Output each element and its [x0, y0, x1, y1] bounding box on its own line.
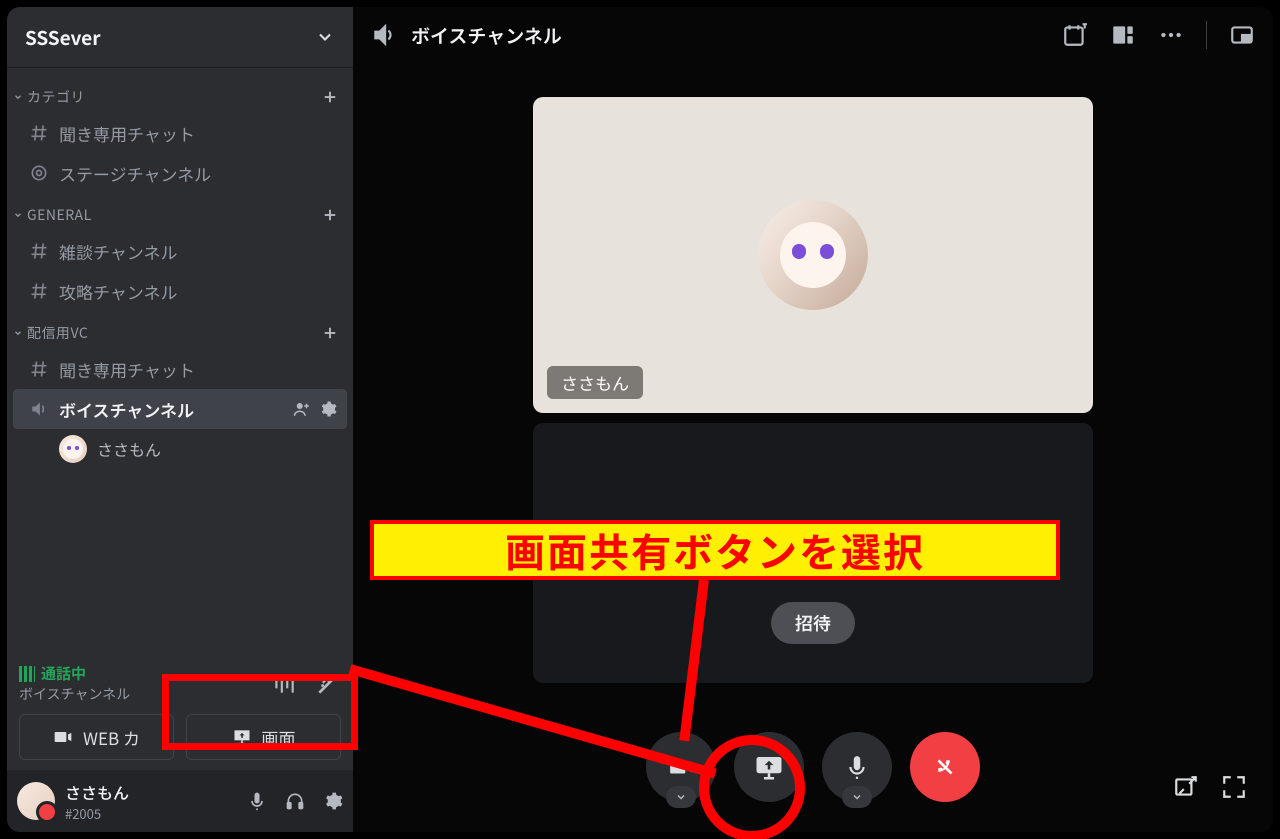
popout-icon[interactable] — [1229, 22, 1255, 48]
text-icon — [27, 239, 51, 263]
hangup-button[interactable] — [910, 732, 980, 802]
server-header[interactable]: SSSever — [7, 7, 353, 67]
call-title: ボイスチャンネル — [411, 22, 562, 49]
mic-icon[interactable] — [247, 791, 267, 811]
fullscreen-icon[interactable] — [1221, 774, 1247, 800]
create-invite-icon[interactable] — [293, 400, 311, 418]
text-channel[interactable]: 聞き専用チャット — [13, 113, 347, 153]
category-header[interactable]: カテゴリ — [7, 75, 353, 113]
call-stage: ささもん — [353, 63, 1273, 832]
call-topbar: ボイスチャンネル — [353, 7, 1273, 63]
voice-status-panel: 通話中 ボイスチャンネル WEB カ 画面 — [7, 653, 353, 770]
server-name: SSSever — [25, 24, 101, 51]
camera-options[interactable] — [666, 786, 696, 808]
user-tag: #2005 — [65, 804, 129, 823]
gear-icon[interactable] — [319, 400, 337, 418]
webcam-button[interactable]: WEB カ — [19, 714, 174, 760]
headphones-icon[interactable] — [285, 791, 305, 811]
open-chat-icon[interactable] — [1173, 774, 1199, 800]
text-channel[interactable]: 聞き専用チャット — [13, 349, 347, 389]
mic-options[interactable] — [842, 786, 872, 808]
stage-icon — [27, 161, 51, 185]
gear-icon[interactable] — [323, 791, 343, 811]
voice-status-channel: ボイスチャンネル — [19, 684, 130, 704]
text-icon — [27, 279, 51, 303]
voice-channel[interactable]: ボイスチャンネル — [13, 389, 347, 429]
focus-view-icon[interactable] — [1110, 22, 1136, 48]
add-channel-icon[interactable] — [321, 88, 339, 106]
stage-channel[interactable]: ステージチャンネル — [13, 153, 347, 193]
member-avatar — [59, 435, 87, 463]
screen-share-icon — [232, 727, 252, 747]
channel-list: カテゴリ聞き専用チャットステージチャンネルGENERAL雑談チャンネル攻略チャン… — [7, 67, 353, 653]
call-screenshare-button[interactable] — [734, 732, 804, 802]
user-avatar[interactable] — [17, 782, 55, 820]
add-channel-icon[interactable] — [321, 206, 339, 224]
text-icon — [27, 121, 51, 145]
more-icon[interactable] — [1158, 22, 1184, 48]
disconnect-icon[interactable] — [315, 671, 341, 697]
text-channel[interactable]: 攻略チャンネル — [13, 271, 347, 311]
speaker-icon — [371, 22, 397, 48]
category-header[interactable]: GENERAL — [7, 193, 353, 231]
voice-member[interactable]: ささもん — [7, 429, 353, 469]
create-event-icon[interactable] — [1062, 22, 1088, 48]
user-name: ささもん — [65, 780, 129, 804]
participant-name: ささもん — [547, 366, 643, 399]
voice-icon — [27, 397, 51, 421]
user-panel: ささもん #2005 — [7, 770, 353, 832]
text-channel[interactable]: 雑談チャンネル — [13, 231, 347, 271]
participant-tile[interactable]: ささもん — [533, 97, 1093, 413]
screen-share-button[interactable]: 画面 — [186, 714, 341, 760]
noise-suppression-icon[interactable] — [271, 671, 297, 697]
annotation-label: 画面共有ボタンを選択 — [370, 520, 1060, 580]
text-icon — [27, 357, 51, 381]
voice-status: 通話中 — [19, 663, 130, 684]
chevron-down-icon — [315, 27, 335, 47]
call-mic-button[interactable] — [822, 732, 892, 802]
category-header[interactable]: 配信用VC — [7, 311, 353, 349]
camera-icon — [53, 727, 73, 747]
add-channel-icon[interactable] — [321, 324, 339, 342]
participant-avatar — [758, 200, 868, 310]
invite-button[interactable]: 招待 — [771, 602, 855, 644]
